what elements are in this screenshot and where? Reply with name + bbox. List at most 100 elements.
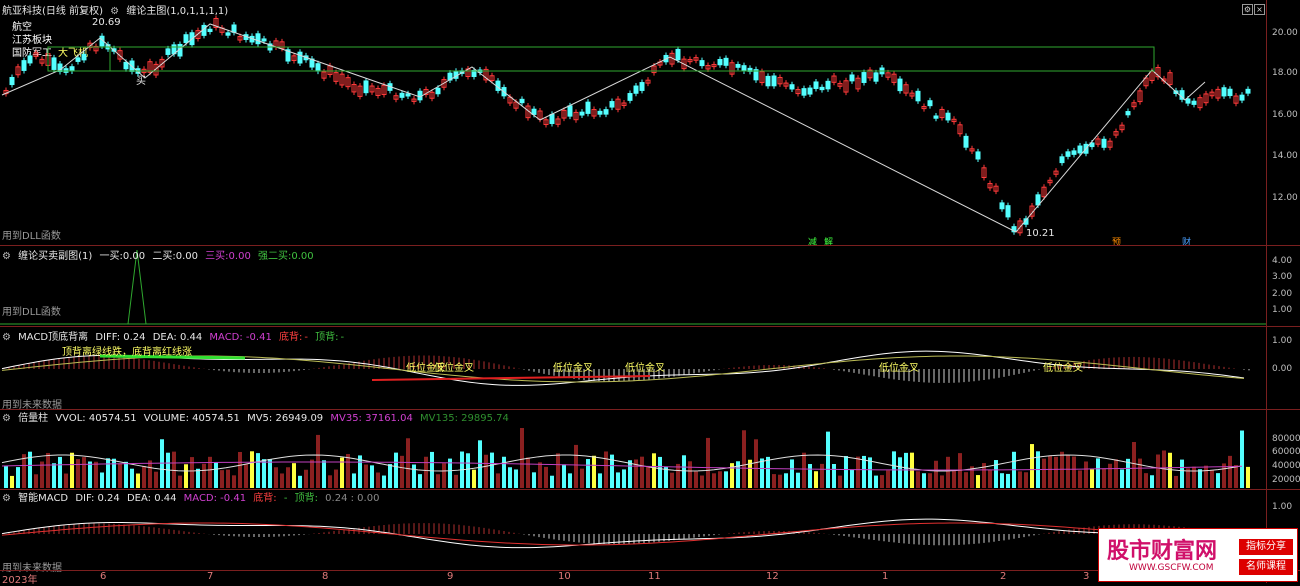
golden-cross-5: 低位金叉 bbox=[879, 363, 919, 374]
candle-body bbox=[261, 38, 267, 42]
candle-body bbox=[801, 88, 807, 96]
candle-body bbox=[699, 60, 705, 67]
smart-macd-bottom: 底背: bbox=[253, 493, 277, 504]
candle-body bbox=[315, 63, 321, 72]
golden-cross-4: 低位金叉 bbox=[625, 363, 665, 374]
candle-body bbox=[825, 80, 831, 90]
golden-cross-6: 低位金叉 bbox=[1043, 363, 1083, 374]
golden-cross-3: 低位金叉 bbox=[553, 363, 593, 374]
candle-body bbox=[873, 72, 879, 82]
volume-pane[interactable]: ⚙ 倍量柱 VVOL: 40574.51 VOLUME: 40574.51 MV… bbox=[0, 410, 1300, 489]
candle-body bbox=[717, 59, 723, 66]
candle-body bbox=[789, 84, 795, 90]
smart-macd-top: 顶背: bbox=[294, 493, 318, 504]
candle-body bbox=[1227, 88, 1233, 97]
x-month-3: 8 bbox=[322, 571, 329, 582]
gear-icon[interactable]: ⚙ bbox=[2, 493, 11, 504]
candle-body bbox=[519, 98, 525, 104]
volume-mv135: MV135: 29895.74 bbox=[420, 413, 509, 424]
x-month-9: 2 bbox=[1000, 571, 1007, 582]
buy1-label: 一买: bbox=[99, 251, 123, 262]
smart-macd-extra: 0.24 : 0.00 bbox=[325, 493, 380, 504]
candle-body bbox=[933, 115, 939, 119]
macd-note: 顶背离绿线跌，底背离红线涨 bbox=[62, 347, 192, 358]
smacd-ytick-1: 1.00 bbox=[1272, 502, 1293, 512]
golden-cross-2: 低位金叉 bbox=[434, 363, 474, 374]
smart-macd-dif: DIF: 0.24 bbox=[75, 493, 120, 504]
candle-body bbox=[627, 93, 633, 101]
watermark-tag-share: 指标分享 bbox=[1239, 539, 1293, 555]
candle-body bbox=[735, 63, 741, 68]
candle-body bbox=[75, 57, 81, 62]
x-month-7: 12 bbox=[766, 571, 779, 582]
candle-body bbox=[207, 28, 213, 33]
macd-ytick-1: 1.00 bbox=[1272, 336, 1293, 346]
candle-body bbox=[819, 86, 825, 91]
candle-body bbox=[1125, 111, 1131, 116]
site-watermark: 股市财富网 WWW.GSCFW.COM 指标分享 名师课程 bbox=[1098, 528, 1298, 582]
volume-mv5: MV5: 26949.09 bbox=[247, 413, 324, 424]
candle-body bbox=[81, 53, 87, 61]
candle-body bbox=[999, 202, 1005, 210]
volume-title-row: ⚙ 倍量柱 VVOL: 40574.51 VOLUME: 40574.51 MV… bbox=[2, 409, 513, 424]
candle-body bbox=[585, 101, 591, 114]
candle-body bbox=[609, 101, 615, 108]
bs-ytick-3: 2.00 bbox=[1272, 289, 1293, 299]
macd-title-row: ⚙ MACD顶底背离 DIFF: 0.24 DEA: 0.44 MACD: -0… bbox=[2, 328, 348, 343]
macd-title: MACD顶底背离 bbox=[18, 332, 89, 343]
buysell-title: 缠论买卖副图(1) bbox=[18, 251, 93, 262]
candle-body bbox=[633, 85, 639, 94]
macd-pane[interactable]: ⚙ MACD顶底背离 DIFF: 0.24 DEA: 0.44 MACD: -0… bbox=[0, 327, 1300, 411]
candle-body bbox=[1071, 150, 1077, 155]
macd-dash2: - bbox=[340, 332, 345, 343]
x-month-6: 11 bbox=[648, 571, 661, 582]
candle-body bbox=[399, 92, 405, 98]
candle-body bbox=[603, 109, 609, 115]
gear-icon[interactable]: ⚙ bbox=[2, 251, 11, 262]
candle-body bbox=[1059, 156, 1065, 164]
smart-macd-macd: MACD: -0.41 bbox=[183, 493, 247, 504]
watermark-url: WWW.GSCFW.COM bbox=[1129, 563, 1214, 573]
candle-body bbox=[225, 32, 231, 36]
watermark-tag-course: 名师课程 bbox=[1239, 559, 1293, 575]
gear-icon[interactable]: ⚙ bbox=[2, 332, 11, 343]
candle-body bbox=[1221, 87, 1227, 97]
macd-dea: DEA: 0.44 bbox=[152, 332, 203, 343]
buy3-label: 三买: bbox=[205, 251, 229, 262]
volume-vvol: VVOL: 40574.51 bbox=[55, 413, 137, 424]
x-month-8: 1 bbox=[882, 571, 889, 582]
candle-body bbox=[9, 76, 15, 86]
candle-body bbox=[549, 113, 555, 125]
pivot-boxes bbox=[47, 46, 1155, 72]
candle-body bbox=[21, 60, 27, 71]
watermark-title: 股市财富网 bbox=[1107, 538, 1218, 564]
candle-body bbox=[945, 112, 951, 121]
candle-body bbox=[723, 57, 729, 66]
candle-body bbox=[771, 75, 777, 87]
x-month-4: 9 bbox=[447, 571, 454, 582]
buy4-label: 强二买: bbox=[258, 251, 292, 262]
candlestick-series bbox=[3, 15, 1251, 236]
candle-body bbox=[861, 72, 867, 83]
bs-ytick-4: 1.00 bbox=[1272, 305, 1293, 315]
volume-volume: VOLUME: 40574.51 bbox=[143, 413, 240, 424]
candle-body bbox=[741, 65, 747, 72]
candle-body bbox=[927, 100, 933, 107]
candle-body bbox=[165, 48, 171, 55]
candle-body bbox=[807, 87, 813, 95]
candle-body bbox=[597, 110, 603, 115]
buy1-value: 0.00 bbox=[122, 251, 146, 262]
candle-body bbox=[813, 81, 819, 89]
candle-body bbox=[1239, 94, 1245, 101]
candle-body bbox=[915, 90, 921, 102]
candle-body bbox=[675, 48, 681, 61]
x-month-5: 10 bbox=[558, 571, 571, 582]
candle-body bbox=[765, 75, 771, 87]
gear-icon[interactable]: ⚙ bbox=[2, 413, 11, 424]
buysell-dll-note: 用到DLL函数 bbox=[2, 307, 61, 318]
buysell-pane[interactable]: ⚙ 缠论买卖副图(1) 一买:0.00 二买:0.00 三买:0.00 强二买:… bbox=[0, 246, 1300, 326]
macd-macd: MACD: -0.41 bbox=[209, 332, 272, 343]
candle-body bbox=[1245, 88, 1251, 94]
smart-macd-title-row: ⚙ 智能MACD DIF: 0.24 DEA: 0.44 MACD: -0.41… bbox=[2, 489, 383, 504]
pivot-box bbox=[47, 46, 1155, 72]
